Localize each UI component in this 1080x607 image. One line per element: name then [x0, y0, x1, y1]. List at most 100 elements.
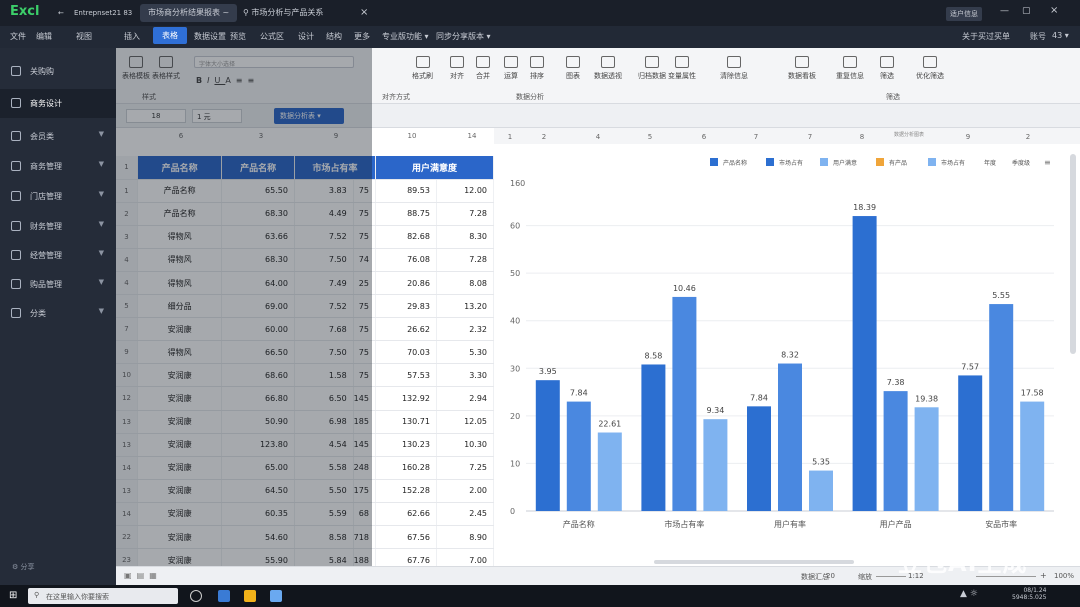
table-cell[interactable]: 3.83 [294, 179, 354, 203]
table-cell[interactable]: 76.08 [375, 248, 437, 272]
menu-table[interactable]: 表格 [153, 27, 187, 44]
table-cell[interactable]: 248 [353, 456, 376, 480]
table-cell[interactable]: 160.28 [375, 456, 437, 480]
sidebar-item-finance[interactable]: 财务管理 ▼ [0, 212, 116, 241]
table-cell[interactable]: 1.58 [294, 363, 354, 388]
table-row[interactable]: 13 安润康 50.90 6.98 185 130.71 12.05 [116, 410, 495, 434]
font-select[interactable]: 字体大小选择 [194, 56, 354, 68]
table-cell[interactable]: 74 [353, 248, 376, 272]
table-cell[interactable]: 75 [353, 363, 376, 388]
table-cell[interactable]: 7.50 [294, 248, 354, 272]
close-tab-button[interactable]: × [360, 7, 368, 18]
table-cell[interactable]: 29.83 [375, 294, 437, 319]
variable-button[interactable]: 变量属性 [668, 56, 696, 81]
table-cell[interactable]: 安润康 [137, 479, 223, 503]
table-cell[interactable]: 安润康 [137, 386, 223, 411]
minimize-button[interactable]: — [1000, 6, 1009, 16]
table-cell[interactable]: 26.62 [375, 317, 437, 342]
row-number[interactable]: 12 [116, 386, 139, 411]
format-toolbar[interactable]: BIUA≡≡ [196, 76, 259, 85]
table-cell[interactable]: 4.54 [294, 433, 354, 457]
dashboard-button[interactable]: 数据看板 [788, 56, 816, 81]
menu-insert[interactable]: 插入 [124, 31, 140, 42]
table-cell[interactable]: 10.30 [436, 433, 495, 457]
table-cell[interactable]: 6.98 [294, 410, 354, 434]
menu-data-settings[interactable]: 数据设置 [194, 31, 226, 42]
table-cell[interactable]: 66.50 [221, 340, 295, 365]
clear-info-button[interactable]: 清除信息 [720, 56, 748, 81]
table-cell[interactable]: 75 [353, 202, 376, 226]
table-cell[interactable]: 75 [353, 225, 376, 249]
table-cell[interactable]: 安润康 [137, 317, 223, 342]
table-cell[interactable]: 718 [353, 525, 376, 550]
sheet-nav-icons[interactable]: ▣ ▤ ▦ [124, 571, 157, 580]
table-cell[interactable]: 68.30 [221, 248, 295, 272]
table-cell[interactable]: 65.50 [221, 179, 295, 203]
table-cell[interactable]: 得物风 [137, 271, 223, 296]
table-cell[interactable]: 20.86 [375, 271, 437, 296]
table-row[interactable]: 4 得物风 64.00 7.49 25 20.86 8.08 [116, 271, 495, 296]
row-number[interactable]: 4 [116, 271, 139, 296]
sidebar-item-home[interactable]: 关购购 [0, 57, 116, 86]
table-template-button[interactable]: 表格模板 [122, 56, 150, 81]
table-cell[interactable]: 75 [353, 294, 376, 319]
table-cell[interactable]: 7.68 [294, 317, 354, 342]
row-number[interactable]: 3 [116, 225, 139, 249]
table-row[interactable]: 9 得物风 66.50 7.50 75 70.03 5.30 [116, 340, 495, 365]
table-cell[interactable]: 25 [353, 271, 376, 296]
table-cell[interactable]: 安润康 [137, 456, 223, 480]
row-number[interactable]: 1 [116, 179, 139, 203]
menu-preview[interactable]: 预览 [230, 31, 246, 42]
chart-button[interactable]: 图表 [566, 56, 580, 81]
table-cell[interactable]: 69.00 [221, 294, 295, 319]
menu-sync[interactable]: 同步分享版本 ▾ [436, 31, 491, 42]
table-cell[interactable]: 8.90 [436, 525, 495, 550]
menu-design[interactable]: 设计 [298, 31, 314, 42]
table-cell[interactable]: 得物风 [137, 248, 223, 272]
sidebar-footer[interactable]: ⚙ 分享 [12, 562, 35, 572]
table-row[interactable]: 5 细分品 69.00 7.52 75 29.83 13.20 [116, 294, 495, 319]
menu-edit[interactable]: 编辑 [36, 31, 52, 42]
table-cell[interactable]: 3.30 [436, 363, 495, 388]
row-number[interactable]: 9 [116, 340, 139, 365]
sidebar-item-business-design[interactable]: 商务设计 [0, 89, 116, 118]
task-view-icon[interactable] [190, 590, 202, 602]
sidebar-item-operations[interactable]: 经营管理 ▼ [0, 241, 116, 270]
table-cell[interactable]: 60.35 [221, 502, 295, 527]
maximize-button[interactable]: ▢ [1022, 6, 1031, 16]
table-cell[interactable]: 145 [353, 433, 376, 457]
calculate-button[interactable]: 运算 [504, 56, 518, 81]
archive-data-button[interactable]: 归档数据 [638, 56, 666, 81]
table-cell[interactable]: 5.50 [294, 479, 354, 503]
table-cell[interactable]: 7.52 [294, 225, 354, 249]
table-cell[interactable]: 60.00 [221, 317, 295, 342]
table-cell[interactable]: 7.28 [436, 202, 495, 226]
table-cell[interactable]: 产品名称 [137, 179, 223, 203]
table-row[interactable]: 4 得物风 68.30 7.50 74 76.08 7.28 [116, 248, 495, 272]
column-title[interactable]: 产品名称 [221, 156, 295, 180]
bar-chart[interactable]: 1 2 4 5 6 7 7 8 9 2 数据分析图表 0 10 20 30 40 50 60 160 3.95 7.84… [494, 128, 1080, 566]
menu-pro[interactable]: 专业版功能 ▾ [382, 31, 429, 42]
windows-start-icon[interactable]: ⊞ [9, 590, 17, 601]
table-cell[interactable]: 5.58 [294, 456, 354, 480]
table-cell[interactable]: 7.50 [294, 340, 354, 365]
column-title[interactable]: 产品名称 [137, 156, 223, 180]
vertical-scrollbar[interactable] [1070, 154, 1076, 354]
table-cell[interactable]: 2.00 [436, 479, 495, 503]
align-button[interactable]: 对齐 [450, 56, 464, 81]
sidebar-item-categories[interactable]: 分类 ▼ [0, 299, 116, 328]
table-cell[interactable]: 130.71 [375, 410, 437, 434]
table-cell[interactable]: 得物风 [137, 225, 223, 249]
filter-button[interactable]: 筛选 [880, 56, 894, 81]
column-header[interactable]: 14 [450, 128, 494, 144]
row-number[interactable]: 5 [116, 294, 139, 319]
table-cell[interactable]: 65.00 [221, 456, 295, 480]
row-number[interactable]: 1 [116, 156, 139, 180]
table-cell[interactable]: 7.49 [294, 271, 354, 296]
table-row[interactable]: 7 安润康 60.00 7.68 75 26.62 2.32 [116, 317, 495, 342]
table-cell[interactable]: 产品名称 [137, 202, 223, 226]
close-window-button[interactable]: × [1050, 5, 1058, 16]
table-cell[interactable]: 75 [353, 179, 376, 203]
row-number[interactable]: 13 [116, 433, 139, 457]
table-cell[interactable]: 7.52 [294, 294, 354, 319]
